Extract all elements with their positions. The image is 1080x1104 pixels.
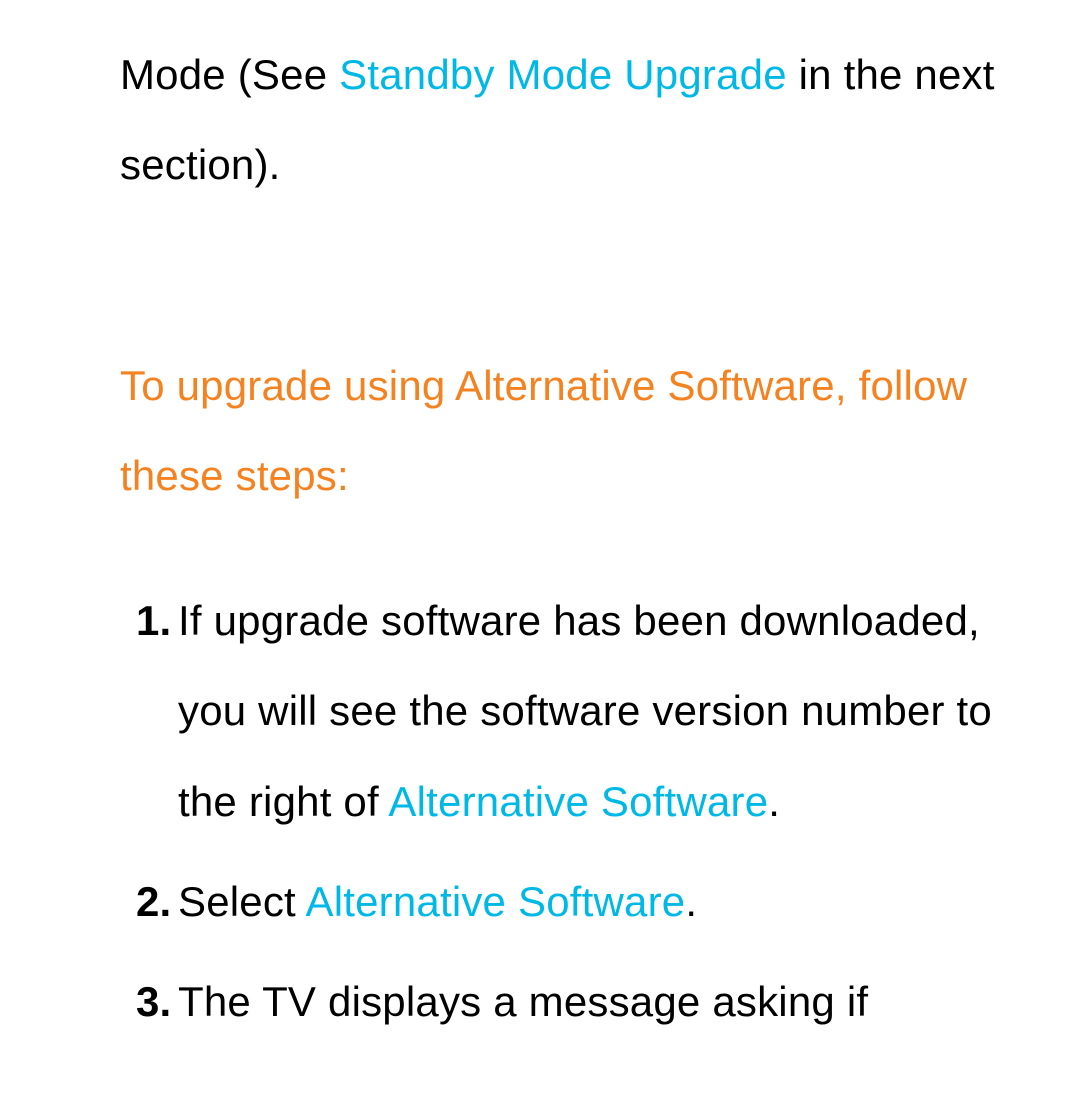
step-text-before: Select (178, 878, 305, 925)
step-2: 2. Select Alternative Software. (136, 857, 1040, 947)
step-content: If upgrade software has been downloaded,… (178, 576, 1040, 847)
standby-mode-upgrade-link[interactable]: Standby Mode Upgrade (339, 51, 787, 98)
steps-list: 1. If upgrade software has been download… (120, 576, 1040, 1047)
step-number: 2. (136, 857, 178, 947)
step-content: Select Alternative Software. (178, 857, 1040, 947)
section-heading: To upgrade using Alternative Software, f… (120, 341, 1040, 522)
alternative-software-link[interactable]: Alternative Software (388, 778, 768, 825)
intro-paragraph: Mode (See Standby Mode Upgrade in the ne… (120, 30, 1040, 211)
step-number: 1. (136, 576, 178, 847)
step-text-after: . (685, 878, 697, 925)
step-text-before: The TV displays a message asking if (178, 978, 868, 1025)
step-text-after: . (768, 778, 780, 825)
step-content: The TV displays a message asking if (178, 957, 1040, 1047)
intro-text-before: Mode (See (120, 51, 339, 98)
step-number: 3. (136, 957, 178, 1047)
step-3: 3. The TV displays a message asking if (136, 957, 1040, 1047)
step-1: 1. If upgrade software has been download… (136, 576, 1040, 847)
alternative-software-link[interactable]: Alternative Software (305, 878, 685, 925)
